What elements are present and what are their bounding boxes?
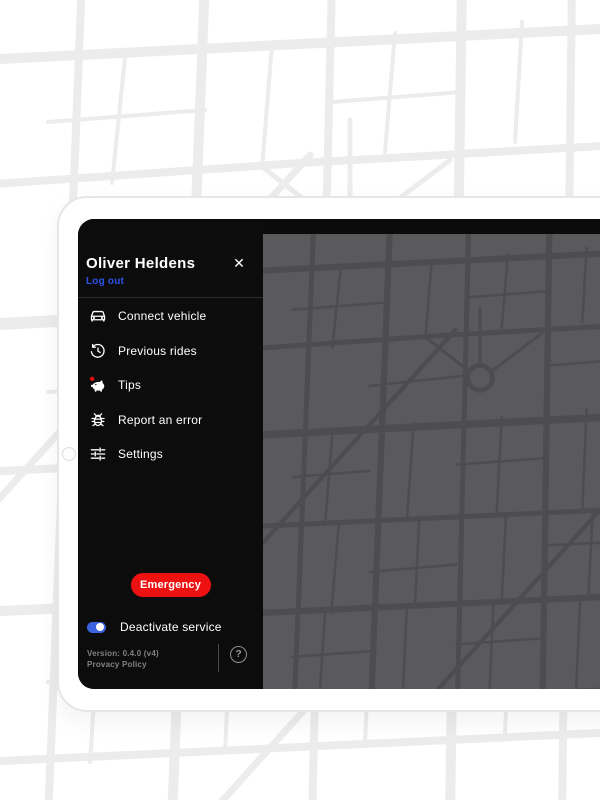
menu-item-report-error[interactable]: Report an error [78,403,263,438]
menu-item-tips[interactable]: Tips [78,368,263,403]
menu-item-label: Report an error [118,412,203,427]
logout-link[interactable]: Log out [86,276,255,287]
drawer-footer: Version: 0.4.0 (v4) Provacy Policy ? [78,644,263,689]
drawer-menu: Connect vehicle Previous rides Tips Repo… [78,298,263,472]
menu-item-label: Previous rides [118,343,197,358]
history-icon [88,341,108,361]
menu-item-settings[interactable]: Settings [78,437,263,472]
drawer-header: Oliver Heldens Log out ✕ [78,219,263,297]
close-icon[interactable]: ✕ [231,255,247,271]
tablet-frame: Oliver Heldens Log out ✕ Connect vehicle… [57,196,600,712]
sliders-icon [88,444,108,464]
menu-item-label: Settings [118,447,163,462]
user-name: Oliver Heldens [86,255,196,272]
toggle-knob [96,623,104,631]
emergency-button[interactable]: Emergency [130,573,211,597]
bug-icon [88,410,108,430]
city-map-dark [263,234,600,689]
front-camera [62,447,76,461]
menu-item-label: Tips [118,378,142,393]
menu-item-label: Connect vehicle [118,309,207,324]
deactivate-service-row: Deactivate service [78,620,263,634]
deactivate-service-toggle[interactable] [87,621,106,633]
navigation-drawer: Oliver Heldens Log out ✕ Connect vehicle… [78,219,263,689]
menu-item-previous-rides[interactable]: Previous rides [78,334,263,369]
app-screen: Oliver Heldens Log out ✕ Connect vehicle… [78,219,600,689]
car-icon [88,306,108,326]
help-icon[interactable]: ? [230,646,247,663]
piggy-bank-icon [88,375,108,395]
notification-dot [90,376,95,382]
footer-divider [217,644,219,672]
menu-item-connect-vehicle[interactable]: Connect vehicle [78,299,263,334]
map-view[interactable] [263,234,600,689]
deactivate-service-label: Deactivate service [120,620,222,634]
